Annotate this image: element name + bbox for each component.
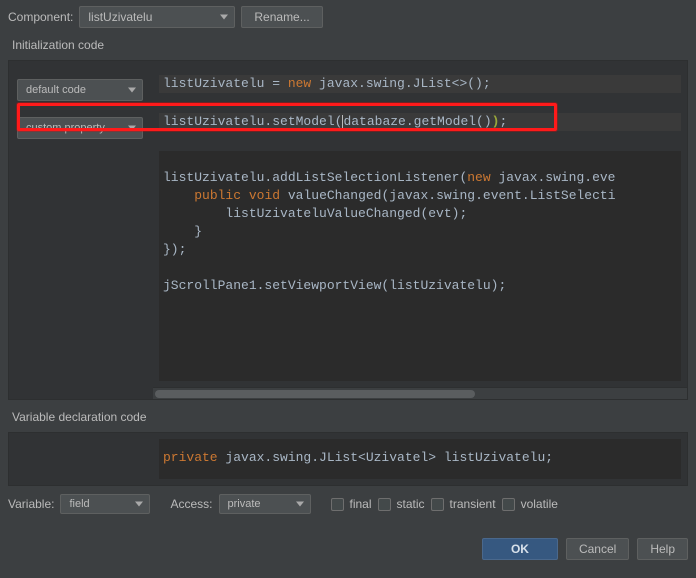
variable-label: Variable: — [8, 497, 54, 511]
help-button[interactable]: Help — [637, 538, 688, 560]
transient-checkbox[interactable] — [431, 498, 444, 511]
code-line-2[interactable]: listUzivatelu.setModel(databaze.getModel… — [159, 113, 681, 131]
code-line-1: listUzivatelu = new javax.swing.JList<>(… — [159, 75, 681, 93]
static-checkbox[interactable] — [378, 498, 391, 511]
volatile-checkbox[interactable] — [502, 498, 515, 511]
initialization-panel: default code listUzivatelu = new javax.s… — [8, 60, 688, 400]
access-select[interactable]: private — [219, 494, 311, 514]
cancel-button-label: Cancel — [579, 542, 616, 556]
component-label: Component: — [8, 10, 73, 24]
final-checkbox[interactable] — [331, 498, 344, 511]
rename-button-label: Rename... — [254, 10, 309, 24]
chevron-down-icon — [296, 502, 304, 507]
variable-select-value: field — [69, 498, 89, 510]
volatile-label: volatile — [521, 497, 558, 511]
initialization-title: Initialization code — [8, 38, 688, 52]
rename-button[interactable]: Rename... — [241, 6, 322, 28]
ok-button[interactable]: OK — [482, 538, 558, 560]
access-label: Access: — [170, 497, 212, 511]
component-select-value: listUzivatelu — [88, 10, 152, 24]
horizontal-scrollbar[interactable] — [153, 387, 687, 399]
final-label: final — [350, 497, 372, 511]
vardecl-code: private javax.swing.JList<Uzivatel> list… — [159, 439, 681, 479]
variable-select[interactable]: field — [60, 494, 150, 514]
chevron-down-icon — [135, 502, 143, 507]
component-select[interactable]: listUzivatelu — [79, 6, 235, 28]
static-label: static — [397, 497, 425, 511]
access-select-value: private — [228, 498, 261, 510]
ok-button-label: OK — [511, 542, 529, 556]
help-button-label: Help — [650, 542, 675, 556]
scrollbar-thumb[interactable] — [155, 390, 475, 398]
chevron-down-icon — [128, 126, 136, 131]
vardecl-title: Variable declaration code — [8, 410, 688, 424]
transient-label: transient — [450, 497, 496, 511]
codegen-mode-select-1[interactable]: default code — [17, 79, 143, 101]
cancel-button[interactable]: Cancel — [566, 538, 629, 560]
codegen-mode-select-2[interactable]: custom property — [17, 117, 143, 139]
vardecl-panel: private javax.swing.JList<Uzivatel> list… — [8, 432, 688, 486]
code-block-readonly: listUzivatelu.addListSelectionListener(n… — [159, 151, 681, 381]
chevron-down-icon — [220, 15, 228, 20]
codegen-mode-select-1-value: default code — [26, 84, 86, 96]
chevron-down-icon — [128, 88, 136, 93]
codegen-mode-select-2-value: custom property — [26, 122, 105, 134]
